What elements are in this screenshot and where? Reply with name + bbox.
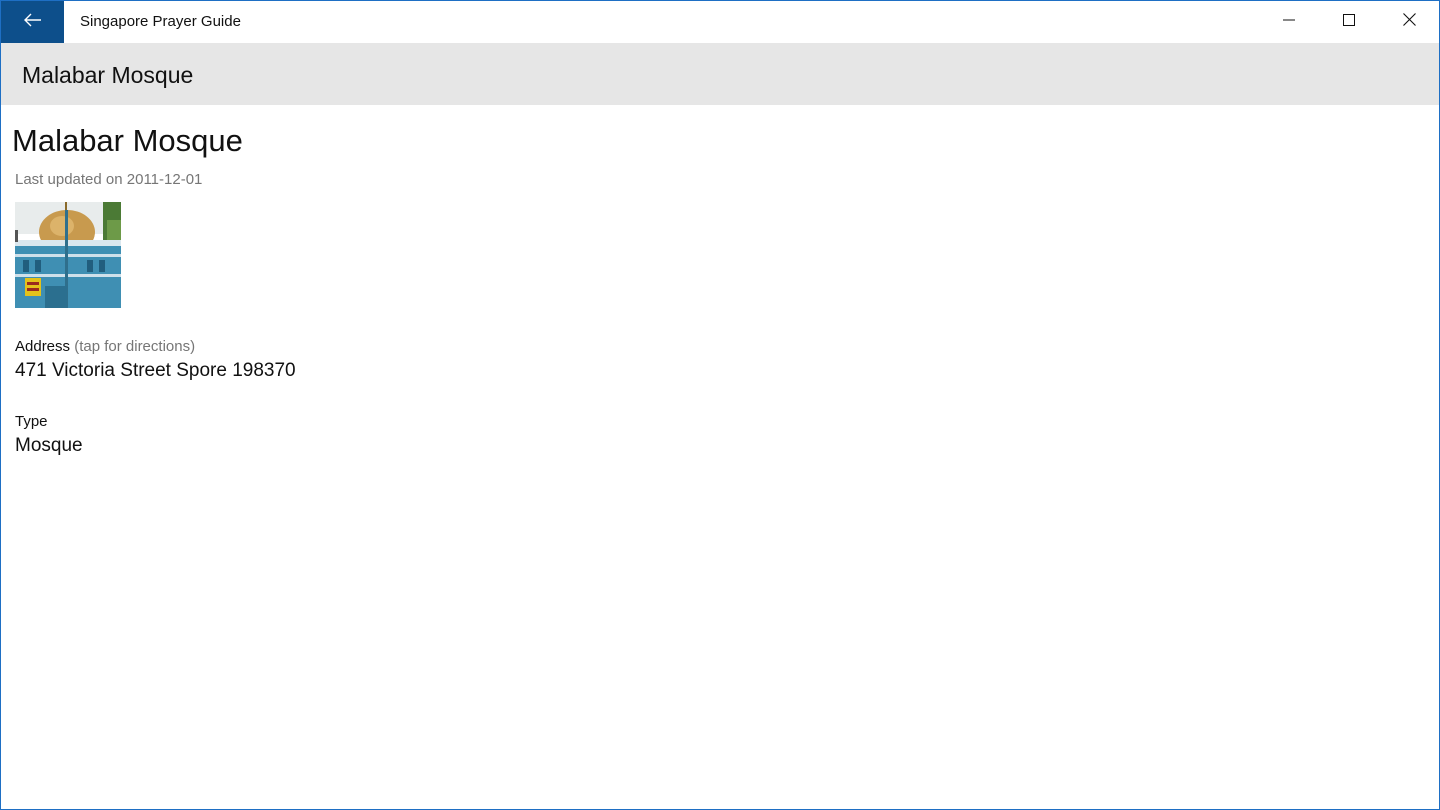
back-button[interactable] (1, 1, 64, 43)
maximize-icon (1343, 13, 1355, 31)
title-bar: Singapore Prayer Guide (1, 1, 1439, 43)
type-value: Mosque (15, 435, 83, 456)
place-title: Malabar Mosque (12, 123, 243, 158)
close-button[interactable] (1379, 1, 1439, 43)
address-hint: (tap for directions) (74, 338, 196, 355)
address-label: Address (tap for directions) (15, 338, 196, 355)
address-link[interactable]: 471 Victoria Street Spore 198370 (15, 360, 296, 382)
page-header-title: Malabar Mosque (22, 62, 194, 88)
minimize-button[interactable] (1259, 1, 1319, 43)
close-icon (1402, 13, 1416, 31)
maximize-button[interactable] (1319, 1, 1379, 43)
last-updated-text: Last updated on 2011-12-01 (15, 171, 203, 188)
mosque-photo[interactable] (15, 202, 121, 308)
place-details: Malabar Mosque Last updated on 2011-12-0… (1, 105, 1439, 809)
app-title: Singapore Prayer Guide (80, 13, 241, 30)
app-window: Singapore Prayer Guide Malabar Mosque Ma… (0, 0, 1440, 810)
arrow-left-icon (23, 13, 42, 32)
page-header: Malabar Mosque (1, 43, 1439, 105)
minimize-icon (1283, 13, 1295, 31)
type-label: Type (15, 413, 48, 430)
